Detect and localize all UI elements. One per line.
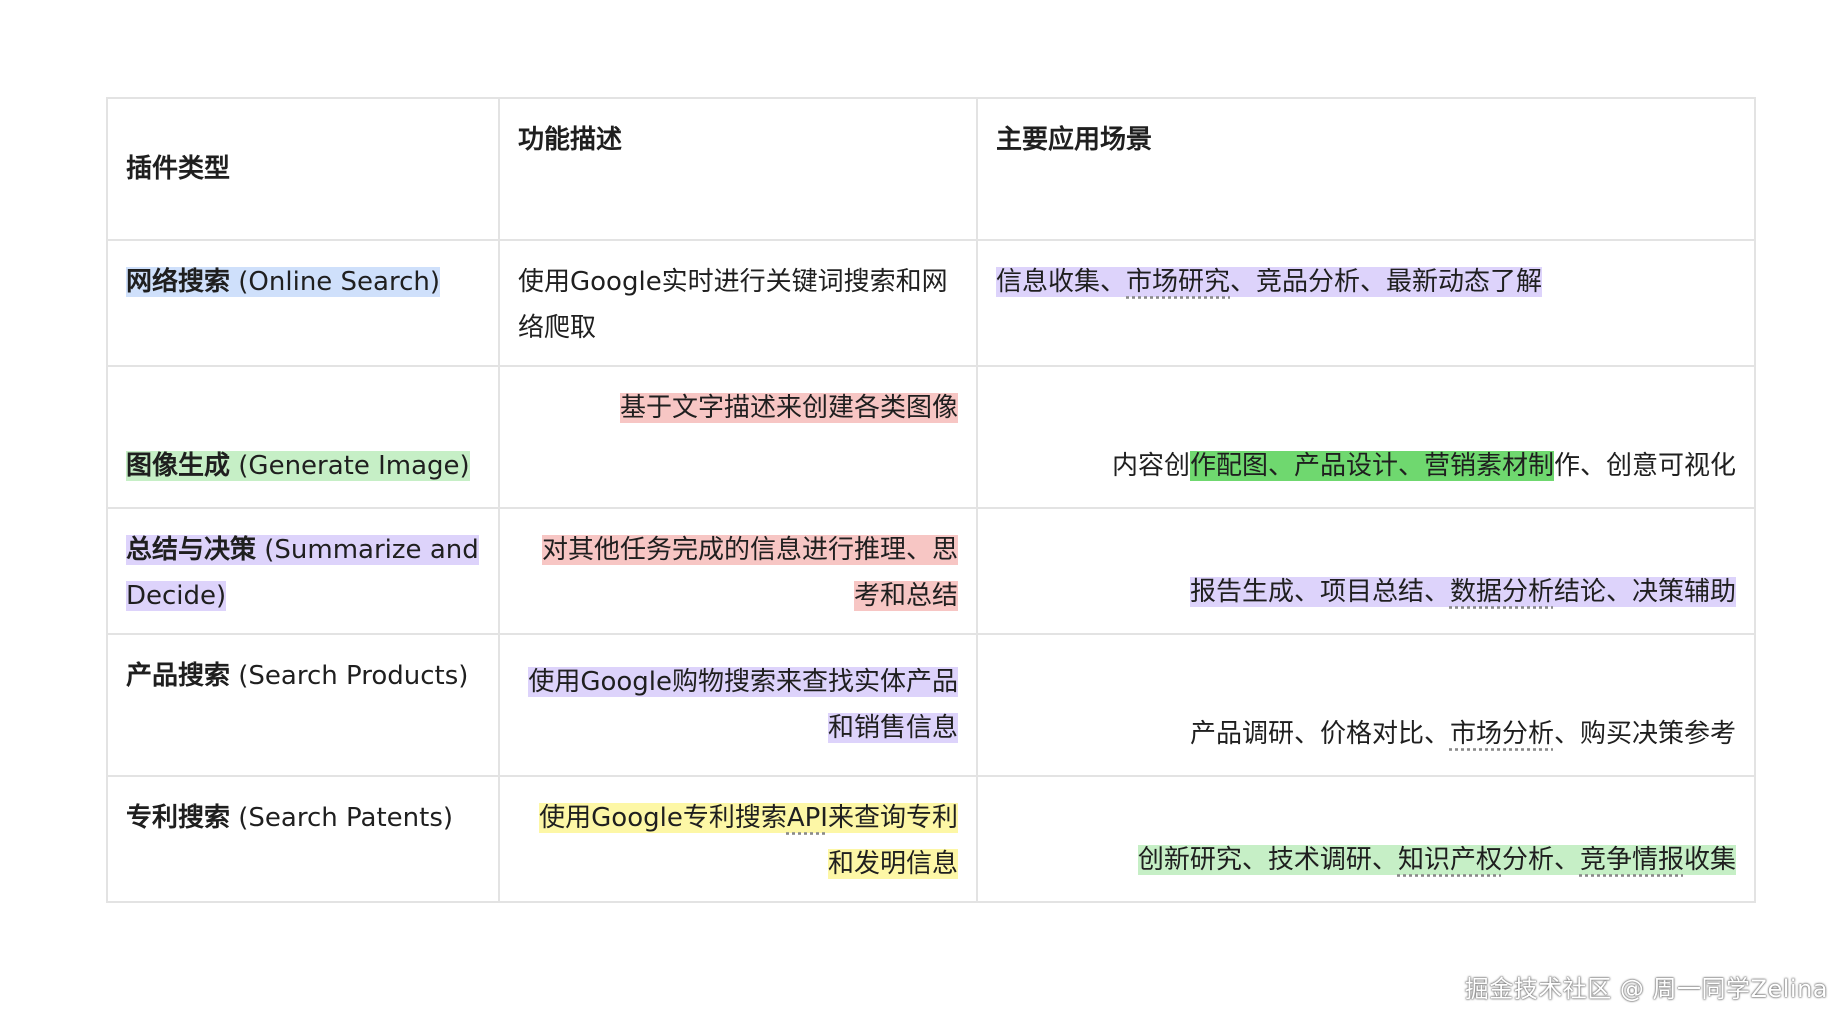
scenario-text: 分析、: [1501, 845, 1580, 875]
plugin-type-highlight: 总结与决策 (Summarize and Decide): [126, 535, 479, 611]
cell-description: 基于文字描述来创建各类图像: [498, 365, 978, 509]
description-text: 来查询专利和发明信息: [827, 803, 958, 879]
cell-plugin-type: 产品搜索 (Search Products): [106, 633, 500, 777]
scenario-text: 收集: [1683, 845, 1736, 875]
header-function-description-label: 功能描述: [518, 125, 623, 155]
table-row: 产品搜索 (Search Products) 使用Google购物搜索来查找实体…: [106, 633, 1756, 777]
description-text: 使用Google购物搜索来查找实体产品和销售信息: [528, 667, 958, 743]
description-text-dotted: API: [786, 803, 828, 833]
scenario-text: 、购买决策参考: [1553, 719, 1736, 749]
scenario-highlight: 报告生成、项目总结、数据分析结论、决策辅助: [1189, 577, 1736, 607]
scenario-text-highlight: 作配图、产品设计、营销素材制: [1189, 451, 1554, 481]
plugin-type-english: (Search Patents): [230, 803, 454, 833]
cell-scenario: 产品调研、价格对比、市场分析、购买决策参考: [976, 633, 1756, 777]
cell-description: 使用Google专利搜索API来查询专利和发明信息: [498, 775, 978, 903]
plugin-type-name: 产品搜索: [126, 661, 231, 691]
description-text: 基于文字描述来创建各类图像: [619, 393, 958, 423]
plugin-type-highlight: 网络搜索 (Online Search): [126, 267, 441, 297]
scenario-text-dotted: 竞争情报: [1579, 845, 1684, 875]
table-row: 总结与决策 (Summarize and Decide) 对其他任务完成的信息进…: [106, 507, 1756, 635]
scenario-text: 结论、决策辅助: [1553, 577, 1736, 607]
cell-scenario: 报告生成、项目总结、数据分析结论、决策辅助: [976, 507, 1756, 635]
plugin-type-english: (Generate Image): [230, 451, 470, 481]
description-text: 对其他任务完成的信息进行推理、思考和总结: [541, 535, 958, 611]
table-header-row: 插件类型 功能描述 主要应用场景: [106, 97, 1756, 241]
description-text: 使用Google专利搜索: [539, 803, 787, 833]
plugin-table-container: 插件类型 功能描述 主要应用场景 网络搜索 (Online Search) 使用…: [106, 97, 1756, 903]
cell-description: 对其他任务完成的信息进行推理、思考和总结: [498, 507, 978, 635]
cell-scenario: 内容创作配图、产品设计、营销素材制作、创意可视化: [976, 365, 1756, 509]
scenario-text-dotted: 数据分析: [1449, 577, 1554, 607]
scenario-text: 作、创意可视化: [1553, 451, 1736, 481]
cell-scenario: 创新研究、技术调研、知识产权分析、竞争情报收集: [976, 775, 1756, 903]
plugin-type-name: 总结与决策: [126, 535, 257, 565]
cell-plugin-type: 图像生成 (Generate Image): [106, 365, 500, 509]
plugin-table: 插件类型 功能描述 主要应用场景 网络搜索 (Online Search) 使用…: [106, 97, 1756, 903]
cell-plugin-type: 网络搜索 (Online Search): [106, 239, 500, 367]
table-row: 图像生成 (Generate Image) 基于文字描述来创建各类图像 内容创作…: [106, 365, 1756, 509]
scenario-text: 内容创: [1111, 451, 1190, 481]
watermark: 掘金技术社区 @ 周一同学Zelina: [1464, 975, 1828, 1003]
scenario-text: 创新研究、技术调研、: [1137, 845, 1398, 875]
plugin-type-english: (Search Products): [230, 661, 469, 691]
plugin-type-name: 图像生成: [126, 451, 231, 481]
description-text: 使用Google实时进行关键词搜索和网络爬取: [518, 267, 948, 343]
header-main-scenarios-label: 主要应用场景: [996, 125, 1153, 155]
cell-plugin-type: 总结与决策 (Summarize and Decide): [106, 507, 500, 635]
scenario-text-dotted: 知识产权: [1397, 845, 1502, 875]
description-highlight: 使用Google专利搜索API来查询专利和发明信息: [539, 803, 958, 879]
scenario-highlight: 创新研究、技术调研、知识产权分析、竞争情报收集: [1137, 845, 1736, 875]
header-function-description: 功能描述: [498, 97, 978, 241]
header-plugin-type-label: 插件类型: [126, 154, 231, 184]
scenario-text: 报告生成、项目总结、: [1189, 577, 1450, 607]
header-main-scenarios: 主要应用场景: [976, 97, 1756, 241]
table-row: 专利搜索 (Search Patents) 使用Google专利搜索API来查询…: [106, 775, 1756, 903]
scenario-text-dotted: 市场研究: [1126, 267, 1231, 297]
cell-plugin-type: 专利搜索 (Search Patents): [106, 775, 500, 903]
scenario-text: 产品调研、价格对比、: [1189, 719, 1450, 749]
plugin-type-highlight: 图像生成 (Generate Image): [126, 451, 470, 481]
plugin-type-english: (Online Search): [230, 267, 441, 297]
table-row: 网络搜索 (Online Search) 使用Google实时进行关键词搜索和网…: [106, 239, 1756, 367]
plugin-type-name: 专利搜索: [126, 803, 231, 833]
plugin-type-name: 网络搜索: [126, 267, 231, 297]
scenario-text-dotted: 市场分析: [1449, 719, 1554, 749]
cell-description: 使用Google实时进行关键词搜索和网络爬取: [498, 239, 978, 367]
cell-scenario: 信息收集、市场研究、竞品分析、最新动态了解: [976, 239, 1756, 367]
scenario-highlight: 信息收集、市场研究、竞品分析、最新动态了解: [996, 267, 1543, 297]
cell-description: 使用Google购物搜索来查找实体产品和销售信息: [498, 633, 978, 777]
header-plugin-type: 插件类型: [106, 97, 500, 241]
scenario-text: 、竞品分析、最新动态了解: [1230, 267, 1543, 297]
scenario-text: 信息收集、: [996, 267, 1127, 297]
